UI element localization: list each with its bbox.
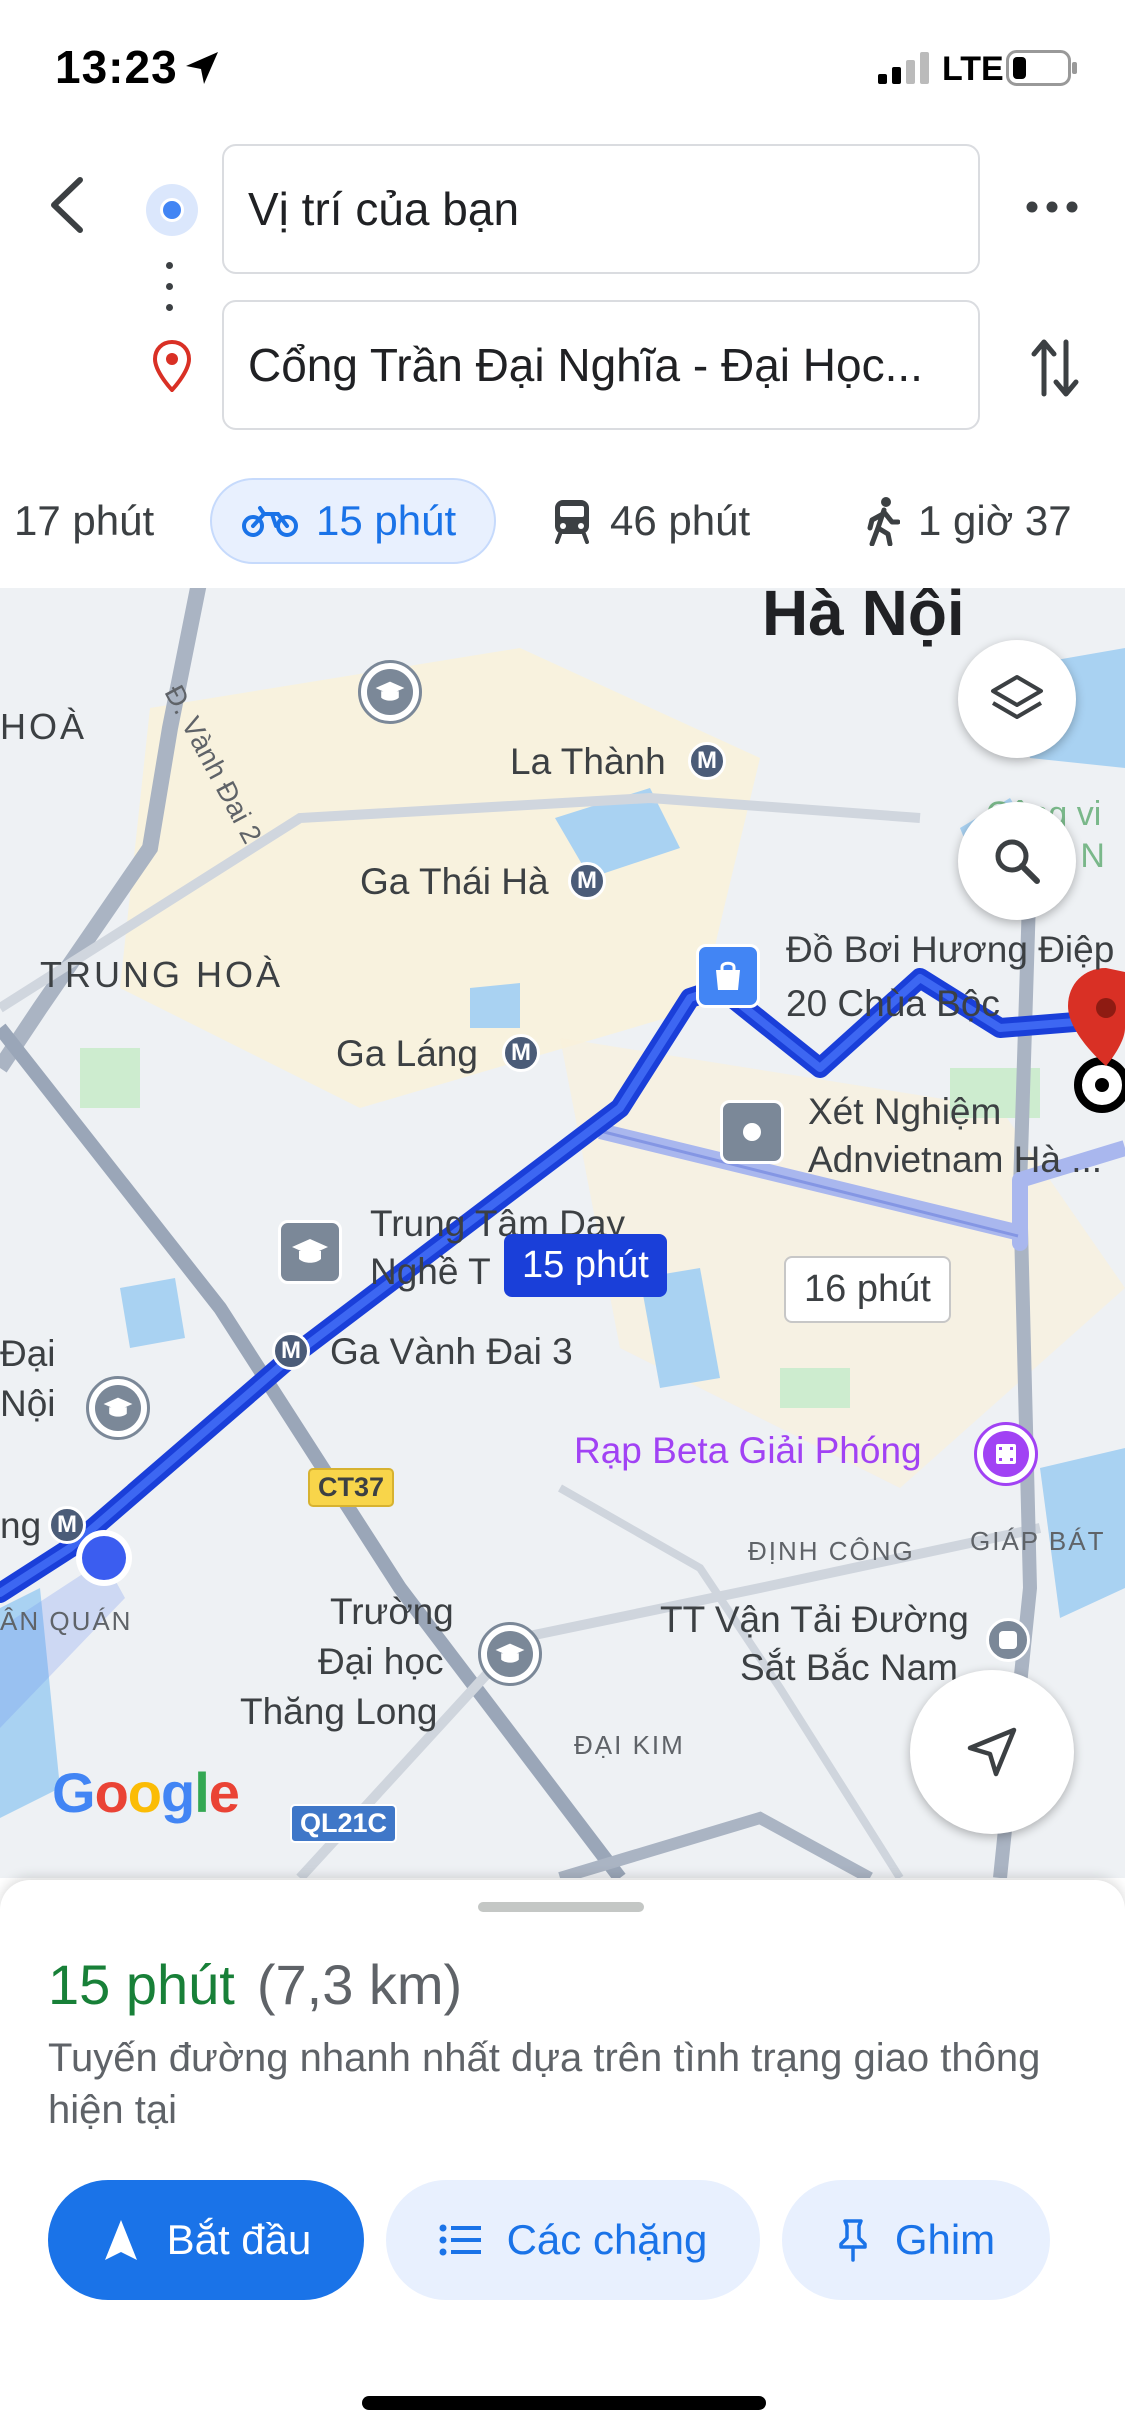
swap-directions-icon[interactable] [1030,336,1080,400]
poi-label-university: Trường [330,1591,454,1632]
university-poi-icon[interactable] [478,1622,542,1686]
route-duration: 15 phút [48,1953,235,2016]
battery-icon [1006,50,1077,86]
start-button[interactable]: Bắt đầu [48,2180,364,2300]
metro-icon[interactable]: M [688,742,726,780]
route-distance: (7,3 km) [256,1953,463,2016]
tab-transit[interactable]: 46 phút [552,478,750,564]
metro-icon[interactable]: M [272,1332,310,1370]
poi-label-shop: Đồ Bơi Hương Điệp [786,929,1115,970]
map-city-label: Hà Nội [762,588,965,649]
poi-label-partial: Nội [0,1383,56,1424]
map-district-label: HOÀ [0,706,88,747]
train-poi-icon[interactable] [986,1618,1030,1662]
tab-car-label: 17 phút [14,497,155,544]
route-alt-duration[interactable]: 16 phút [784,1256,951,1323]
poi-label-transport-line2: Sắt Bắc Nam [740,1647,958,1688]
tab-walk-label: 1 giờ 37 [918,497,1072,544]
pin-button-label: Ghim [894,2216,996,2263]
recenter-button[interactable] [910,1670,1074,1834]
sheet-drag-handle[interactable] [478,1902,644,1912]
metro-station-label: Ga Vành Đai 3 [330,1331,573,1372]
map-view[interactable]: Hà Nội HOÀ TRUNG HOÀ ĐỊNH CÔNG GIÁP BÁT … [0,588,1125,1878]
poi-label-university-line2: Đại học [318,1641,444,1682]
poi-label-university-line3: Thăng Long [240,1691,438,1732]
map-district-label: GIÁP BÁT [970,1526,1106,1556]
pushpin-icon [839,2219,867,2262]
lab-poi-icon[interactable] [720,1100,784,1164]
status-time: 13:23 [55,41,178,93]
network-type: LTE [942,50,1004,88]
search-button[interactable] [958,802,1076,920]
walk-icon [867,497,900,546]
road-shield-ql21c: QL21C [290,1804,398,1843]
map-district-label: ĐẠI KIM [574,1730,685,1760]
poi-label-partial: Đại [0,1333,56,1374]
university-poi-icon[interactable] [86,1376,150,1440]
route-summary: 15 phút (7,3 km) [48,1952,462,2017]
start-button-label: Bắt đầu [166,2216,312,2263]
list-icon [439,2224,481,2256]
route-primary-duration[interactable]: 15 phút [504,1234,667,1297]
cellular-signal-icon [878,52,929,84]
poi-label-shop-address: 20 Chùa Bộc [786,983,1000,1024]
route-summary-sheet: 15 phút (7,3 km) Tuyến đường nhanh nhất d… [0,1880,1125,2436]
steps-button[interactable]: Các chặng [386,2180,760,2300]
poi-label-partial: ng [0,1505,42,1546]
map-district-label: TRUNG HOÀ [40,954,283,995]
google-logo: Google [52,1761,240,1824]
status-bar: 13:23 LTE [0,0,1125,140]
steps-button-label: Các chặng [506,2216,708,2263]
metro-icon[interactable]: M [48,1506,86,1544]
route-connector-dots-icon [166,262,174,316]
tab-transit-label: 46 phút [610,497,751,544]
map-district-label: ĐỊNH CÔNG [748,1536,915,1566]
poi-label-training-center-line2: Nghề T [370,1251,491,1292]
destination-input[interactable]: Cổng Trần Đại Nghĩa - Đại Học... [222,300,980,430]
destination-input-text: Cổng Trần Đại Nghĩa - Đại Học... [248,339,923,391]
pin-button[interactable]: Ghim [782,2180,1050,2300]
origin-input[interactable]: Vị trí của bạn [222,144,980,274]
poi-label-lab: Xét Nghiệm [808,1091,1002,1132]
tab-motorbike-label: 15 phút [316,497,457,544]
metro-station-label: La Thành [510,741,666,782]
map-district-label: ÂN QUÁN [0,1606,133,1636]
metro-station-label: Ga Láng [336,1033,478,1074]
cinema-poi-icon[interactable] [974,1422,1038,1486]
destination-pin-icon [152,340,192,392]
navigation-arrow-icon [967,1727,1017,1777]
tab-car[interactable]: 17 phút [14,478,154,564]
motorbike-icon [242,506,298,537]
tab-walk[interactable]: 1 giờ 37 [866,478,1072,564]
more-options-icon[interactable] [1022,192,1082,222]
travel-mode-tabs: 17 phút 15 phút 46 phút 1 giờ 37 [0,478,1125,568]
poi-label-transport: TT Vận Tải Đường [660,1599,969,1640]
shopping-bag-icon[interactable] [696,944,760,1008]
metro-icon[interactable]: M [568,862,606,900]
road-shield-ct37: CT37 [308,1468,395,1507]
origin-input-text: Vị trí của bạn [248,183,520,235]
route-description: Tuyến đường nhanh nhất dựa trên tình trạ… [48,2036,1041,2132]
home-indicator[interactable] [362,2396,766,2410]
layers-icon [991,675,1043,719]
back-arrow-icon[interactable] [38,170,98,240]
poi-label-cinema: Rạp Beta Giải Phóng [574,1430,922,1471]
transit-icon [555,500,589,544]
metro-station-label: Ga Thái Hà [360,861,549,902]
university-poi-icon[interactable] [358,660,422,724]
search-icon [995,839,1040,884]
location-arrow-icon [186,52,218,84]
school-poi-icon[interactable] [278,1220,342,1284]
origin-dot-icon [146,184,198,236]
poi-label-lab-line2: Adnvietnam Hà ... [808,1139,1103,1180]
layers-button[interactable] [958,640,1076,758]
tab-motorbike[interactable]: 15 phút [210,478,496,564]
metro-icon[interactable]: M [502,1034,540,1072]
navigation-start-icon [104,2220,137,2260]
